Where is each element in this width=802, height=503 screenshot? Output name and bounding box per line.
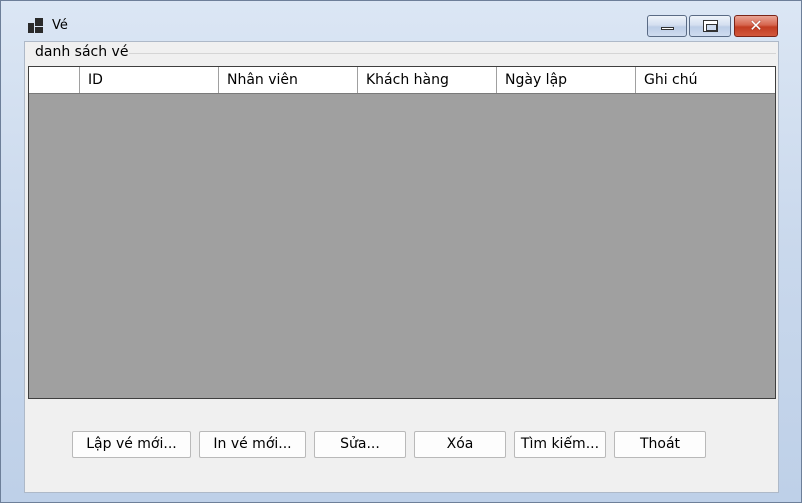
tickets-data-grid[interactable]: ID Nhân viên Khách hàng Ngày lập Ghi chú <box>28 66 776 399</box>
app-icon <box>28 18 44 34</box>
maximize-icon <box>703 20 718 32</box>
title-bar[interactable]: Vé ✕ <box>1 1 802 39</box>
edit-button[interactable]: Sửa... <box>314 431 406 458</box>
delete-button[interactable]: Xóa <box>414 431 506 458</box>
column-header-note[interactable]: Ghi chú <box>636 67 775 93</box>
grid-header-row: ID Nhân viên Khách hàng Ngày lập Ghi chú <box>29 67 775 94</box>
minimize-icon <box>661 27 674 30</box>
maximize-button[interactable] <box>689 15 731 37</box>
column-header-date[interactable]: Ngày lập <box>497 67 636 93</box>
exit-button[interactable]: Thoát <box>614 431 706 458</box>
close-button[interactable]: ✕ <box>734 15 778 37</box>
window-title: Vé <box>52 18 68 33</box>
create-ticket-button[interactable]: Lập vé mới... <box>72 431 191 458</box>
window-frame: Vé ✕ danh sách vé ID Nhân viên Khách hàn… <box>0 0 802 503</box>
column-header-id[interactable]: ID <box>80 67 219 93</box>
column-header-customer[interactable]: Khách hàng <box>358 67 497 93</box>
minimize-button[interactable] <box>647 15 687 37</box>
print-ticket-button[interactable]: In vé mới... <box>199 431 306 458</box>
group-box-border <box>121 53 776 54</box>
search-button[interactable]: Tìm kiếm... <box>514 431 606 458</box>
column-header-employee[interactable]: Nhân viên <box>219 67 358 93</box>
row-header-column[interactable] <box>29 67 80 93</box>
group-box-label: danh sách vé <box>34 44 130 60</box>
close-icon: ✕ <box>749 16 763 35</box>
